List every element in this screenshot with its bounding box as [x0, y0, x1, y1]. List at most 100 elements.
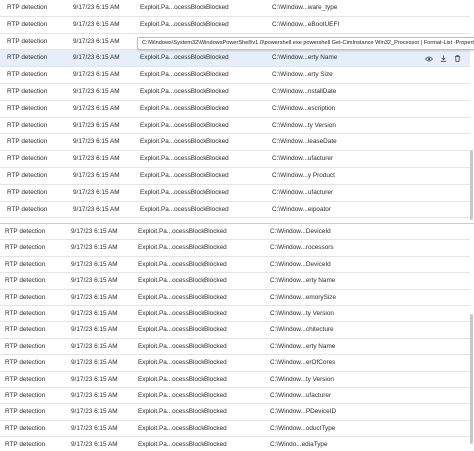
date-cell: 9/17/23 6:15 AM	[73, 4, 120, 11]
date-cell: 9/17/23 6:15 AM	[71, 326, 118, 334]
command-line-cell[interactable]: C:\Window...rocessors	[270, 240, 334, 256]
action-cell: Blocked	[204, 277, 227, 285]
command-line-cell[interactable]: C:\Window...ufacturer	[272, 185, 333, 202]
download-icon[interactable]	[439, 50, 447, 67]
detection-type-cell: RTP detection	[7, 121, 48, 129]
date-cell: 9/17/23 6:15 AM	[71, 441, 118, 449]
scrollbar-top[interactable]	[470, 150, 473, 220]
table-row[interactable]: RTP detection 9/17/23 6:15 AM Exploit.Pa..…	[0, 372, 470, 388]
action-cell: Blocked	[204, 228, 227, 235]
command-line-cell[interactable]: C:\Window...erty Name	[270, 273, 335, 289]
detection-type-cell: RTP detection	[7, 155, 48, 163]
command-line-cell[interactable]: C:\Window...y Product	[272, 168, 335, 185]
command-line-cell[interactable]: C:\Window...eBootUEFI	[272, 17, 339, 34]
command-line-cell[interactable]: C:\Window...escription	[272, 101, 335, 118]
table-row[interactable]: RTP detection 9/17/23 6:15 AM Exploit.Pa..…	[0, 322, 470, 339]
table-row[interactable]: RTP detection 9/17/23 6:15 AM Exploit.Pa..…	[0, 134, 470, 152]
table-row[interactable]: RTP detection 9/17/23 6:15 AM Exploit.Pa..…	[0, 355, 470, 372]
command-line-cell[interactable]: C:\Window...erty Name	[270, 339, 335, 355]
module-cell: Exploit.Pa...ocessBlock	[140, 188, 207, 196]
command-line-cell[interactable]: C:\Window...PDeviceID	[270, 404, 336, 420]
module-cell: Exploit.Pa...ocessBlock	[138, 260, 205, 268]
command-line-cell[interactable]: C:\Window...oductType	[270, 421, 335, 437]
table-row[interactable]: RTP detection 9/17/23 6:15 AM Exploit.Pa..…	[0, 306, 470, 323]
table-row[interactable]: RTP detection 9/17/23 6:15 AM Exploit.Pa..…	[0, 101, 470, 118]
module-cell: Exploit.Pa...ocessBlock	[138, 424, 205, 432]
detection-type-cell: RTP detection	[5, 359, 46, 367]
detection-type-cell: RTP detection	[5, 326, 46, 334]
detection-type-cell: RTP detection	[5, 310, 46, 317]
command-line-cell[interactable]: C:\Window...DeviceId	[270, 224, 331, 240]
date-cell: 9/17/23 6:15 AM	[73, 54, 120, 62]
module-cell: Exploit.Pa...ocessBlock	[138, 441, 205, 449]
detection-type-cell: RTP detection	[7, 54, 48, 62]
action-cell: Blocked	[204, 342, 227, 350]
date-cell: 9/17/23 6:15 AM	[71, 342, 118, 350]
command-line-cell[interactable]: C:\Window...leaseDate	[272, 134, 337, 151]
table-row[interactable]: RTP detection 9/17/23 6:15 AM Exploit.Pa..…	[0, 290, 470, 306]
table-row[interactable]: RTP detection 9/17/23 6:15 AM Exploit.Pa..…	[0, 84, 470, 101]
action-cell: Blocked	[204, 310, 227, 317]
table-row[interactable]: RTP detection 9/17/23 6:15 AM Exploit.Pa..…	[0, 202, 470, 219]
action-cell: Blocked	[204, 424, 227, 432]
module-cell: Exploit.Pa...ocessBlock	[140, 205, 207, 213]
table-row[interactable]: RTP detection 9/17/23 6:15 AM Exploit.Pa..…	[0, 404, 470, 421]
trash-icon[interactable]	[453, 50, 461, 67]
detection-type-cell: RTP detection	[7, 172, 48, 179]
table-row[interactable]: RTP detection 9/17/23 6:15 AM Exploit.Pa..…	[0, 421, 470, 438]
module-cell: Exploit.Pa...ocessBlock	[140, 104, 207, 112]
action-cell: Blocked	[206, 188, 229, 196]
table-row[interactable]: RTP detection 9/17/23 6:15 AM Exploit.Pa..…	[0, 388, 470, 405]
command-line-cell[interactable]: C:\Window...ufacturer	[270, 388, 331, 404]
module-cell: Exploit.Pa...ocessBlock	[140, 155, 207, 163]
command-line-cell[interactable]: C:\Window...ty Version	[272, 118, 336, 135]
scrollbar-bottom[interactable]	[470, 314, 473, 444]
table-row[interactable]: RTP detection 9/17/23 6:15 AM Exploit.Pa..…	[0, 273, 470, 290]
date-cell: 9/17/23 6:15 AM	[73, 121, 120, 129]
date-cell: 9/17/23 6:15 AM	[73, 88, 120, 95]
action-cell: Blocked	[204, 375, 227, 383]
command-line-cell[interactable]: C:\Window...chitecture	[270, 322, 334, 338]
detection-type-cell: RTP detection	[7, 20, 48, 28]
command-line-cell[interactable]: C:\Window...erOfCores	[270, 355, 335, 371]
date-cell: 9/17/23 6:15 AM	[73, 205, 120, 213]
action-cell: Blocked	[204, 408, 227, 416]
command-line-cell[interactable]: C:\Window...ware_type	[272, 0, 337, 17]
table-row[interactable]: RTP detection 9/17/23 6:15 AM Exploit.Pa..…	[0, 0, 470, 17]
command-line-cell[interactable]: C:\Windo...ediaType	[270, 437, 328, 451]
module-cell: Exploit.Pa...ocessBlock	[138, 392, 205, 399]
command-line-cell[interactable]: C:\Window...emorySize	[270, 290, 336, 306]
detection-type-cell: RTP detection	[7, 88, 48, 95]
detection-type-cell: RTP detection	[5, 441, 46, 449]
command-line-cell[interactable]: C:\Window...ufacturer	[272, 151, 333, 168]
command-line-cell[interactable]: C:\Window...erty Name	[272, 50, 337, 67]
table-row[interactable]: RTP detection 9/17/23 6:15 AM Exploit.Pa..…	[0, 50, 470, 68]
command-line-cell[interactable]: C:\Window...eipoator	[272, 202, 331, 219]
table-row[interactable]: RTP detection 9/17/23 6:15 AM Exploit.Pa..…	[0, 224, 470, 241]
detection-type-cell: RTP detection	[7, 188, 48, 196]
table-row[interactable]: RTP detection 9/17/23 6:15 AM Exploit.Pa..…	[0, 257, 470, 274]
detection-type-cell: RTP detection	[7, 71, 48, 79]
eye-icon[interactable]	[425, 50, 433, 67]
date-cell: 9/17/23 6:15 AM	[71, 293, 118, 301]
command-line-cell[interactable]: C:\Window...ty Version	[270, 372, 334, 388]
table-row[interactable]: RTP detection 9/17/23 6:15 AM Exploit.Pa..…	[0, 168, 470, 185]
command-line-cell[interactable]: C:\Window...nstallDate	[272, 84, 336, 101]
table-row[interactable]: RTP detection 9/17/23 6:15 AM Exploit.Pa..…	[0, 118, 470, 135]
table-row[interactable]: RTP detection 9/17/23 6:15 AM Exploit.Pa..…	[0, 339, 470, 356]
date-cell: 9/17/23 6:15 AM	[71, 375, 118, 383]
table-row[interactable]: RTP detection 9/17/23 6:15 AM Exploit.Pa..…	[0, 185, 470, 202]
command-line-cell[interactable]: C:\Window...DeviceId	[270, 257, 331, 273]
command-line-cell[interactable]: C:\Window...erty Size	[272, 67, 333, 84]
table-row[interactable]: RTP detection 9/17/23 6:15 AM Exploit.Pa..…	[0, 437, 470, 451]
table-row[interactable]: RTP detection 9/17/23 6:15 AM Exploit.Pa..…	[0, 67, 470, 84]
table-row[interactable]: RTP detection 9/17/23 6:15 AM Exploit.Pa..…	[0, 240, 470, 257]
detection-type-cell: RTP detection	[5, 424, 46, 432]
date-cell: 9/17/23 6:15 AM	[71, 228, 118, 235]
detection-type-cell: RTP detection	[7, 37, 48, 45]
command-line-cell[interactable]: C:\Window...ty Version	[270, 306, 334, 322]
table-row[interactable]: RTP detection 9/17/23 6:15 AM Exploit.Pa..…	[0, 17, 470, 34]
detections-table-bottom: RTP detection 9/17/23 6:15 AM Exploit.Pa..…	[0, 224, 474, 451]
table-row[interactable]: RTP detection 9/17/23 6:15 AM Exploit.Pa..…	[0, 151, 470, 168]
action-cell: Blocked	[204, 293, 227, 301]
